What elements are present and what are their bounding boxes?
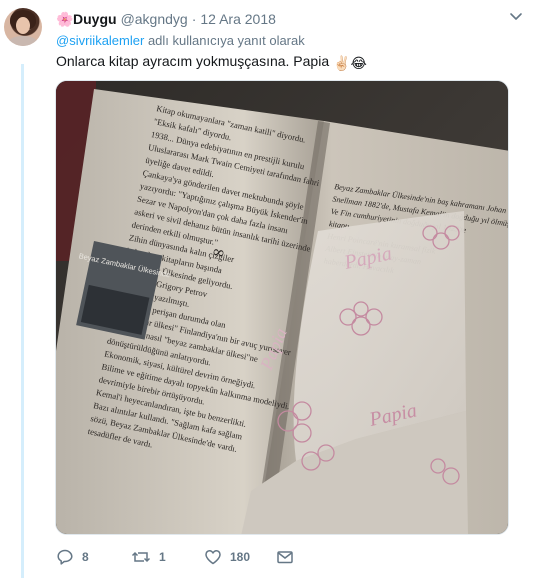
cherry-blossom-icon: 🌸 — [56, 10, 74, 27]
thread-line — [21, 64, 24, 578]
tweet-date[interactable]: 12 Ara 2018 — [200, 11, 276, 27]
reply-context: @sivriikalemler adlı kullanıcıya yanıt o… — [56, 33, 305, 48]
tweet-photo[interactable]: Kitap okumayanlara "zaman katili" diyord… — [55, 80, 509, 535]
chevron-down-icon[interactable] — [509, 12, 523, 22]
reply-count: 8 — [82, 550, 89, 564]
envelope-icon — [277, 551, 293, 564]
tweet-text-body: Onlarca kitap ayracım yokmuşçasına. Papi… — [56, 53, 330, 69]
retweet-icon — [131, 551, 151, 563]
separator-dot: · — [191, 11, 197, 27]
retweet-count: 1 — [159, 550, 166, 564]
tweet: 🌸 Duygu @akgndyg · 12 Ara 2018 @sivriika… — [0, 0, 535, 578]
reply-suffix: adlı kullanıcıya yanıt olarak — [144, 33, 305, 48]
display-name[interactable]: Duygu — [73, 11, 117, 27]
victory-laugh-emoji-icon: ✌🏻😂 — [333, 55, 367, 71]
reply-button[interactable]: 8 — [56, 547, 131, 567]
user-handle[interactable]: @akgndyg — [121, 11, 188, 27]
direct-message-button[interactable] — [276, 547, 294, 567]
like-button[interactable]: 180 — [204, 547, 276, 567]
tweet-actions: 8 1 180 — [56, 547, 294, 567]
tweet-header: 🌸 Duygu @akgndyg · 12 Ara 2018 — [56, 10, 276, 28]
reply-icon — [57, 549, 73, 565]
heart-icon — [205, 550, 221, 565]
like-count: 180 — [230, 550, 251, 564]
reply-mention-link[interactable]: @sivriikalemler — [56, 33, 144, 48]
retweet-button[interactable]: 1 — [131, 547, 204, 567]
book-photo: Kitap okumayanlara "zaman katili" diyord… — [56, 81, 508, 534]
avatar[interactable] — [4, 8, 42, 46]
tweet-text: Onlarca kitap ayracım yokmuşçasına. Papi… — [56, 52, 367, 72]
